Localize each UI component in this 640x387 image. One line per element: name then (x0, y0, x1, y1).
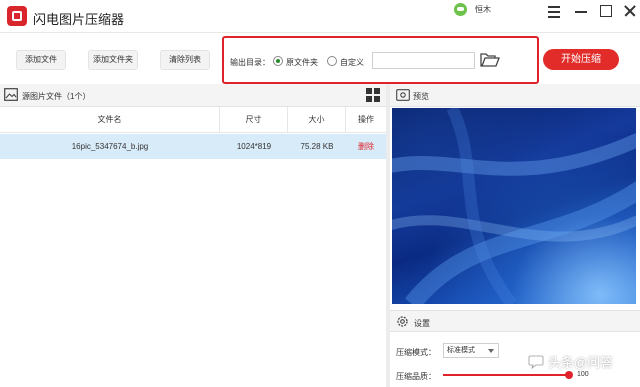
eye-icon (396, 89, 410, 101)
close-icon[interactable] (622, 3, 638, 19)
preview-header: 预览 (390, 84, 640, 107)
chevron-down-icon (488, 349, 494, 353)
folder-open-icon[interactable] (480, 52, 500, 68)
compress-mode-value: 标准模式 (447, 347, 475, 354)
file-list-title: 源图片文件（1个） (22, 92, 91, 101)
menu-icon[interactable] (546, 3, 562, 19)
preview-title: 预览 (413, 92, 429, 101)
maximize-icon[interactable] (598, 3, 614, 19)
column-action: 操作 (358, 115, 374, 124)
radio-custom-folder[interactable] (327, 56, 337, 66)
column-filename: 文件名 (0, 107, 220, 133)
file-list-area (0, 159, 386, 387)
delete-link[interactable]: 删除 (346, 134, 386, 159)
settings-title: 设置 (414, 319, 430, 328)
clear-list-button[interactable]: 清除列表 (160, 50, 210, 70)
compress-mode-select[interactable]: 标准模式 (443, 343, 499, 358)
gear-icon (396, 315, 409, 328)
quality-value: 100 (577, 371, 589, 378)
output-path-input[interactable] (372, 52, 475, 69)
app-title: 闪电图片压缩器 (33, 12, 125, 27)
row-dimensions: 1024*819 (236, 142, 272, 151)
quality-slider-thumb[interactable] (565, 371, 573, 379)
column-size: 大小 (288, 107, 346, 133)
title-bar: 闪电图片压缩器 恒木 (0, 0, 640, 33)
quality-slider[interactable] (443, 371, 573, 379)
add-file-button[interactable]: 添加文件 (16, 50, 66, 70)
column-dimensions: 尺寸 (220, 107, 288, 133)
settings-header: 设置 (390, 310, 640, 332)
quality-slider-fill (443, 374, 569, 376)
add-folder-button[interactable]: 添加文件夹 (88, 50, 138, 70)
watermark: 头条@问答 (528, 352, 613, 371)
preview-image (392, 108, 636, 304)
grid-view-icon[interactable] (366, 88, 380, 102)
watermark-logo-icon (528, 355, 544, 369)
user-account[interactable]: 恒木 (454, 2, 491, 16)
output-dir-label: 输出目录： (230, 58, 270, 67)
start-compress-button[interactable]: 开始压缩 (543, 49, 619, 70)
row-filename: 16pic_5347674_b.jpg (71, 142, 149, 151)
radio-custom-label: 自定义 (340, 58, 364, 67)
file-list-header: 源图片文件（1个） (0, 84, 386, 107)
app-logo-icon (7, 6, 27, 26)
image-icon (4, 88, 18, 101)
row-filesize: 75.28 KB (300, 142, 334, 151)
table-row[interactable]: 16pic_5347674_b.jpg 1024*819 75.28 KB 删除 (0, 134, 386, 159)
wechat-avatar-icon (454, 2, 467, 16)
mode-label: 压缩模式： (396, 348, 436, 357)
quality-label: 压缩品质： (396, 372, 436, 381)
radio-original-folder[interactable] (273, 56, 283, 66)
watermark-text: 头条@问答 (548, 355, 614, 370)
radio-original-label: 原文件夹 (286, 58, 318, 67)
file-table-header: 文件名 尺寸 大小 操作 (0, 107, 386, 133)
user-name: 恒木 (475, 4, 491, 14)
minimize-icon[interactable] (573, 3, 589, 19)
